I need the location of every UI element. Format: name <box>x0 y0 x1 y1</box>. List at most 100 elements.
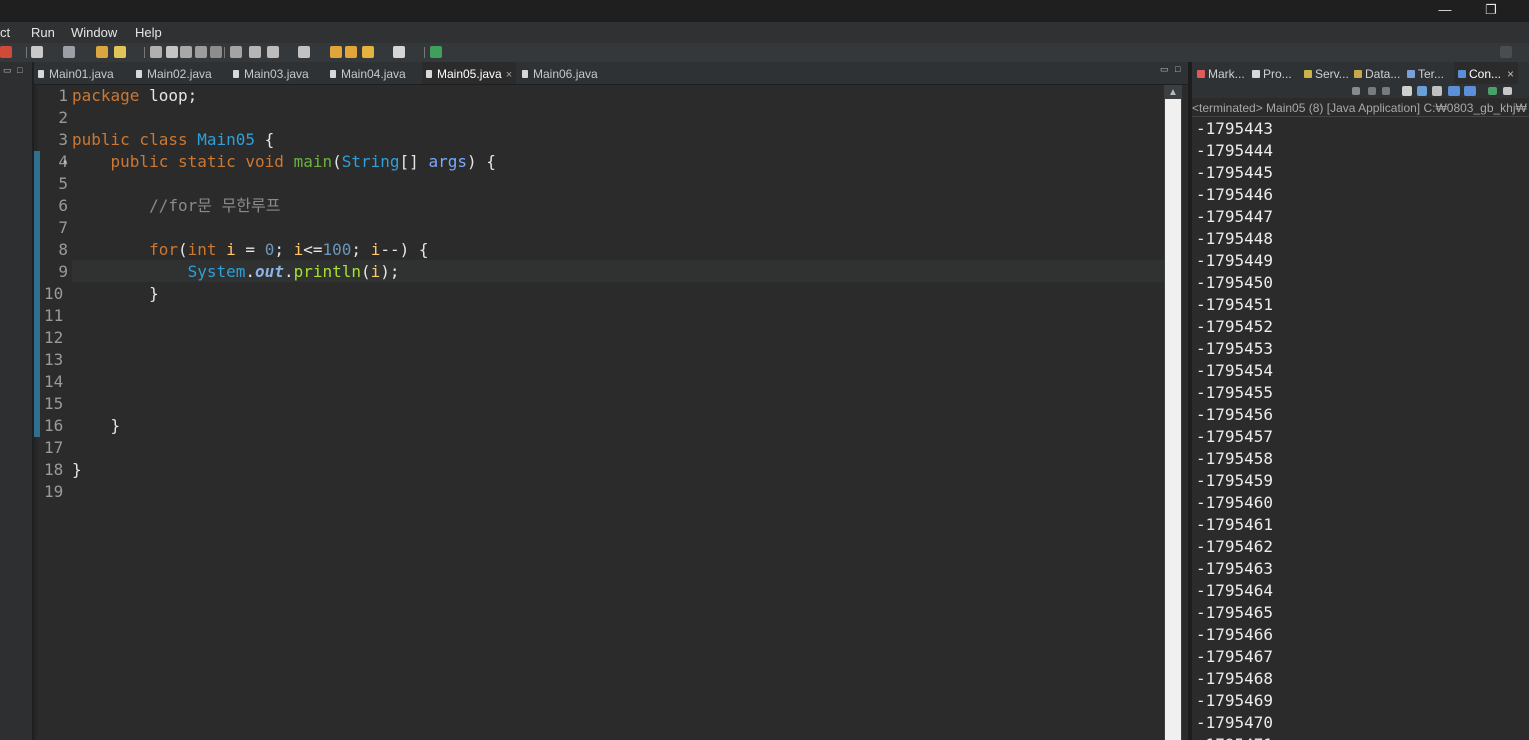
menu-run[interactable]: Run <box>31 25 55 40</box>
display-console-icon[interactable] <box>1503 87 1512 95</box>
console-output-line: -1795447 <box>1196 207 1274 226</box>
menu-help[interactable]: Help <box>135 25 162 40</box>
tab-data-source[interactable]: Data... <box>1354 62 1400 84</box>
console-output-line: -1795448 <box>1196 229 1274 248</box>
tab-label: Ter... <box>1418 67 1445 81</box>
minimize-panel-icon[interactable]: ▭ <box>3 65 12 76</box>
tab-main04[interactable]: Main04.java <box>330 62 406 84</box>
word-wrap-icon[interactable] <box>1432 86 1442 96</box>
back-arrow-icon[interactable] <box>362 46 374 58</box>
console-output-line: -1795449 <box>1196 251 1274 270</box>
toggle-icon[interactable] <box>195 46 207 58</box>
tab-main03[interactable]: Main03.java <box>233 62 309 84</box>
annotation-icon[interactable] <box>249 46 261 58</box>
tab-label: Main04.java <box>341 67 406 81</box>
console-status-line: <terminated> Main05 (8) [Java Applicatio… <box>1192 100 1529 117</box>
minimize-button[interactable]: — <box>1422 0 1468 22</box>
edit-icon[interactable] <box>166 46 178 58</box>
pin-console-icon[interactable] <box>1488 87 1497 95</box>
editor-vertical-scrollbar[interactable]: ▲ <box>1164 85 1182 740</box>
code-area[interactable]: package loop; public class Main05 { publ… <box>72 85 1162 740</box>
search-icon[interactable] <box>1500 46 1512 58</box>
tab-console[interactable]: Con... × <box>1454 62 1519 84</box>
maximize-panel-icon[interactable]: □ <box>17 65 22 75</box>
line-number: 17 <box>44 438 64 457</box>
prev-edit-icon[interactable] <box>330 46 342 58</box>
tab-main05[interactable]: Main05.java × <box>422 62 517 84</box>
open-folder-icon[interactable] <box>96 46 108 58</box>
tab-label: Main01.java <box>49 67 114 81</box>
globe-icon[interactable] <box>63 46 75 58</box>
line-number: 11 <box>44 306 64 325</box>
tab-label: Main05.java <box>437 67 502 81</box>
next-edit-icon[interactable] <box>345 46 357 58</box>
tab-properties[interactable]: Pro... <box>1252 62 1292 84</box>
menu-project[interactable]: ct <box>0 25 10 40</box>
minimize-editor-icon[interactable]: ▭ <box>1160 64 1169 75</box>
debug-icon[interactable] <box>0 46 12 58</box>
scrollbar-thumb[interactable] <box>1165 99 1181 740</box>
menu-window[interactable]: Window <box>71 25 117 40</box>
tab-main06[interactable]: Main06.java <box>522 62 598 84</box>
search-code-icon[interactable] <box>230 46 242 58</box>
show-stderr-icon[interactable] <box>1464 86 1476 96</box>
tab-label: Main02.java <box>147 67 212 81</box>
line-number: 3 <box>58 130 68 149</box>
line-number: 19 <box>44 482 64 501</box>
tab-main02[interactable]: Main02.java <box>136 62 212 84</box>
maximize-editor-icon[interactable]: □ <box>1175 64 1180 74</box>
line-number: 1 <box>58 86 68 105</box>
console-output-line: -1795443 <box>1196 119 1274 138</box>
console-output-line: -1795459 <box>1196 471 1274 490</box>
comment-icon[interactable] <box>150 46 162 58</box>
remove-all-icon[interactable] <box>1382 87 1390 95</box>
brush-icon[interactable] <box>114 46 126 58</box>
console-output-line: -1795453 <box>1196 339 1274 358</box>
toolbar-separator <box>144 47 145 58</box>
restore-button[interactable]: ❐ <box>1468 0 1514 22</box>
task-icon[interactable] <box>180 46 192 58</box>
console-output-line: -1795468 <box>1196 669 1274 688</box>
toolbar-separator <box>424 47 425 58</box>
scroll-up-arrow-icon[interactable]: ▲ <box>1168 87 1178 98</box>
line-number: 9 <box>58 262 68 281</box>
close-tab-icon[interactable]: × <box>1507 67 1514 81</box>
line-number: 10 <box>44 284 64 303</box>
tab-main01[interactable]: Main01.java <box>38 62 114 84</box>
line-number: 12 <box>44 328 64 347</box>
line-number-gutter: 1 2 3 4 • 5 6 7 8 9 10 11 12 13 14 15 16… <box>38 85 72 740</box>
line-number: 13 <box>44 350 64 369</box>
tab-terminal[interactable]: Ter... <box>1407 62 1444 84</box>
servers-icon <box>1304 70 1312 78</box>
code-line: public class Main05 { <box>72 130 275 149</box>
console-output-line: -1795452 <box>1196 317 1274 336</box>
tab-label: Main06.java <box>533 67 598 81</box>
navigate-icon[interactable] <box>267 46 279 58</box>
code-line: //for문 무한루프 <box>149 196 281 215</box>
toolbar-separator <box>224 47 225 58</box>
console-output-line: -1795458 <box>1196 449 1274 468</box>
history-icon[interactable] <box>298 46 310 58</box>
console-output[interactable]: -1795443 -1795444 -1795445 -1795446 -1795447… <box>1196 118 1529 740</box>
close-tab-icon[interactable]: × <box>506 69 512 81</box>
line-number: 7 <box>58 218 68 237</box>
perspective-icon[interactable] <box>430 46 442 58</box>
clear-console-icon[interactable] <box>1402 86 1412 96</box>
console-icon <box>1458 70 1466 78</box>
left-panel-strip: ▭ □ <box>0 62 34 740</box>
forward-arrow-icon[interactable] <box>393 46 405 58</box>
pilcrow-icon[interactable] <box>210 46 222 58</box>
terminate-icon[interactable] <box>1352 87 1360 95</box>
line-number: 16 <box>44 416 64 435</box>
code-line: } <box>72 460 82 479</box>
remove-launch-icon[interactable] <box>1368 87 1376 95</box>
console-output-line: -1795465 <box>1196 603 1274 622</box>
tab-markers[interactable]: Mark... <box>1197 62 1245 84</box>
show-stdout-icon[interactable] <box>1448 86 1460 96</box>
scroll-lock-icon[interactable] <box>1417 86 1427 96</box>
new-icon[interactable] <box>31 46 43 58</box>
line-number: 18 <box>44 460 64 479</box>
code-line: } <box>149 284 159 303</box>
tab-servers[interactable]: Serv... <box>1304 62 1349 84</box>
fold-marker-icon[interactable]: • <box>63 151 67 173</box>
